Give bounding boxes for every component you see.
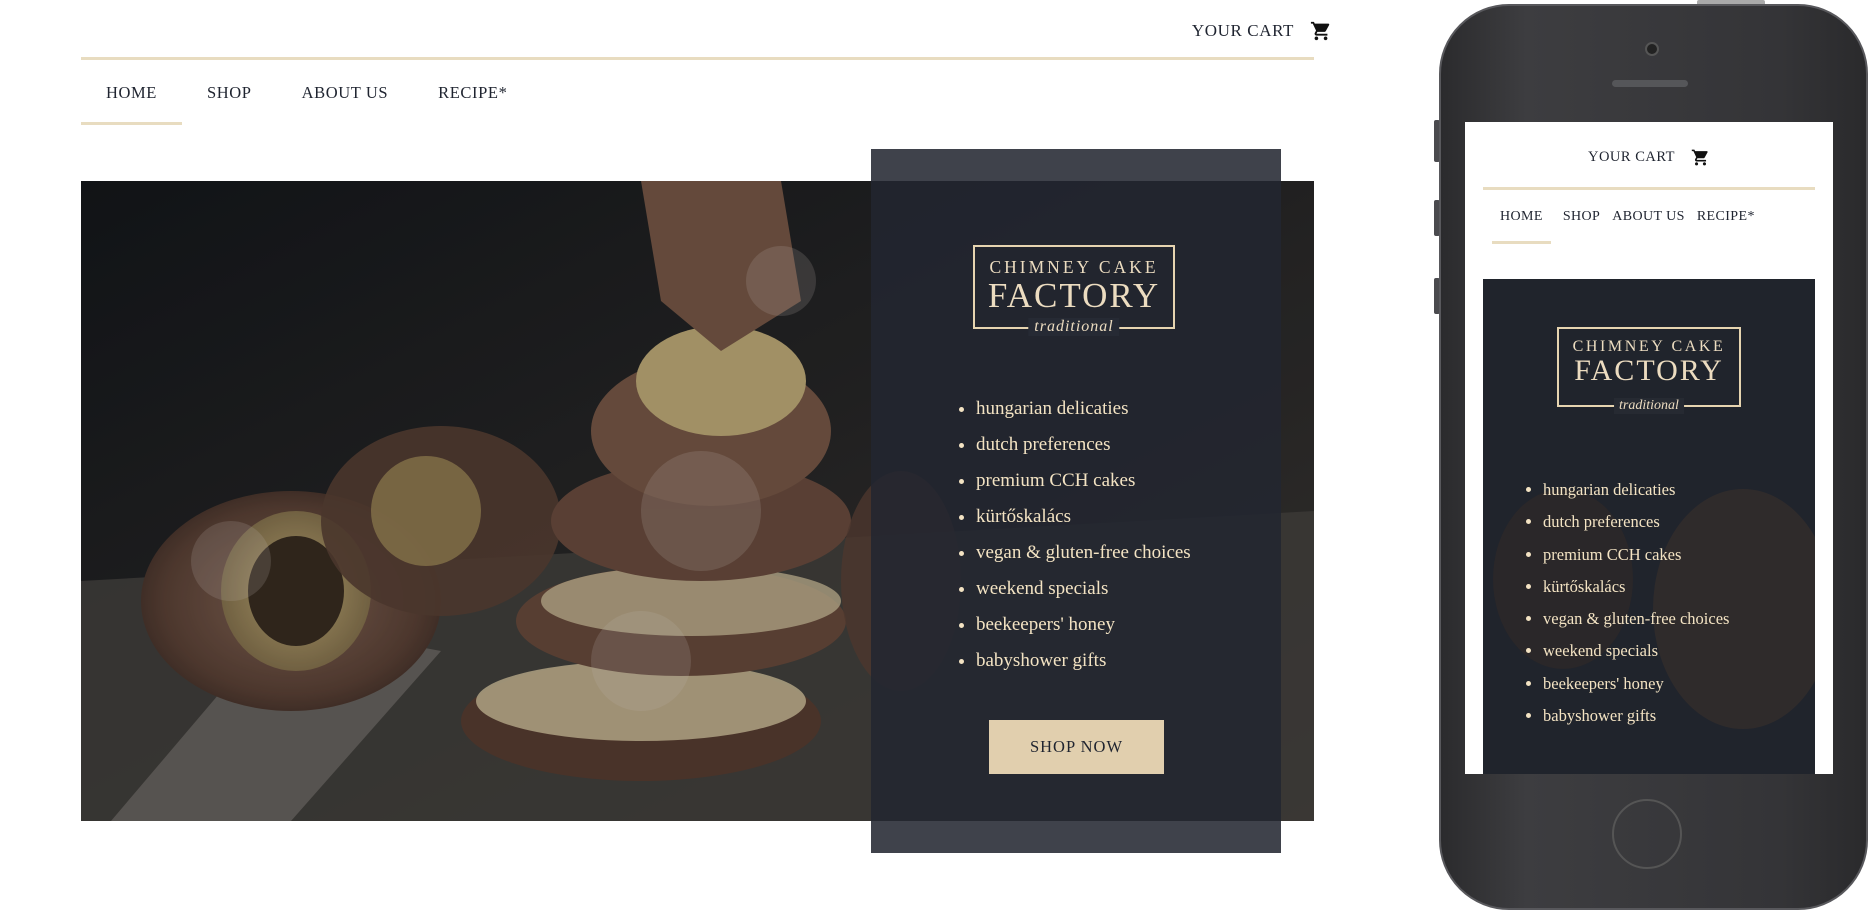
nav-item-recipe[interactable]: RECIPE* (413, 78, 532, 125)
nav-item-about-us[interactable]: ABOUT US (277, 78, 414, 125)
mobile-preview: YOUR CART HOME SHOP ABOUT US RECIPE* CHI… (1380, 0, 1869, 910)
feature-item: weekend specials (976, 571, 1191, 607)
mobile-nav-item-shop[interactable]: SHOP (1563, 209, 1600, 244)
mobile-feature-list: hungarian delicaties dutch preferences p… (1525, 474, 1729, 732)
logo-line1: CHIMNEY CAKE (989, 257, 1159, 277)
cart-icon (1691, 149, 1708, 166)
logo-line2: FACTORY (1574, 354, 1724, 387)
feature-list: hungarian delicaties dutch preferences p… (956, 391, 1191, 679)
mobile-brand-logo: CHIMNEY CAKE FACTORY traditional (1557, 327, 1741, 414)
logo-line2: FACTORY (987, 276, 1161, 315)
cart-icon (1310, 21, 1330, 41)
mobile-nav: HOME SHOP ABOUT US RECIPE* (1492, 209, 1767, 244)
hero-info-panel: CHIMNEY CAKE FACTORY traditional hungari… (871, 149, 1281, 853)
phone-camera (1645, 42, 1659, 56)
brand-logo: CHIMNEY CAKE FACTORY traditional (973, 245, 1175, 336)
nav-item-shop[interactable]: SHOP (182, 78, 277, 125)
feature-item: babyshower gifts (1543, 700, 1729, 732)
phone-speaker (1612, 80, 1688, 87)
logo-tagline: traditional (1028, 318, 1120, 336)
feature-item: premium CCH cakes (976, 463, 1191, 499)
feature-item: weekend specials (1543, 635, 1729, 667)
mobile-cart-link[interactable]: YOUR CART (1465, 148, 1833, 167)
mobile-cart-label: YOUR CART (1587, 149, 1675, 165)
feature-item: hungarian delicaties (1543, 474, 1729, 506)
feature-item: kürtőskalács (976, 499, 1191, 535)
phone-screen: YOUR CART HOME SHOP ABOUT US RECIPE* CHI… (1465, 122, 1833, 774)
mobile-nav-item-home[interactable]: HOME (1492, 209, 1551, 244)
desktop-preview: YOUR CART HOME SHOP ABOUT US RECIPE* CHI… (0, 0, 1380, 908)
header-divider (81, 57, 1314, 60)
phone-home-button (1612, 799, 1682, 869)
feature-item: babyshower gifts (976, 643, 1191, 679)
mobile-nav-item-about-us[interactable]: ABOUT US (1612, 209, 1685, 244)
cart-label: YOUR CART (1191, 21, 1294, 40)
feature-item: hungarian delicaties (976, 391, 1191, 427)
nav-item-home[interactable]: HOME (81, 78, 182, 125)
mobile-nav-item-recipe[interactable]: RECIPE* (1697, 209, 1755, 244)
shop-now-button[interactable]: SHOP NOW (989, 720, 1164, 774)
feature-item: dutch preferences (976, 427, 1191, 463)
logo-tagline: traditional (1614, 398, 1684, 414)
feature-item: dutch preferences (1543, 506, 1729, 538)
mobile-header-divider (1483, 187, 1815, 190)
mobile-hero: CHIMNEY CAKE FACTORY traditional hungari… (1483, 279, 1815, 774)
main-nav: HOME SHOP ABOUT US RECIPE* (81, 78, 532, 125)
feature-item: beekeepers' honey (1543, 668, 1729, 700)
cart-link[interactable]: YOUR CART (1192, 20, 1332, 42)
feature-item: vegan & gluten-free choices (1543, 603, 1729, 635)
feature-item: beekeepers' honey (976, 607, 1191, 643)
feature-item: kürtőskalács (1543, 571, 1729, 603)
feature-item: vegan & gluten-free choices (976, 535, 1191, 571)
feature-item: premium CCH cakes (1543, 539, 1729, 571)
